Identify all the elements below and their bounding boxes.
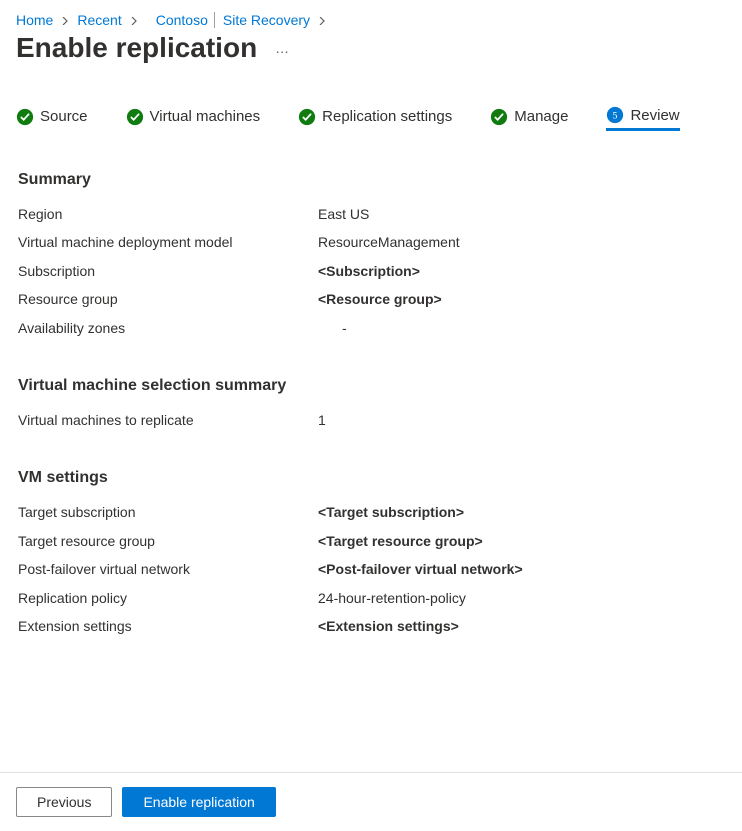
label-replication-policy: Replication policy [18,587,318,609]
label-vms-to-replicate: Virtual machines to replicate [18,409,318,431]
label-availability-zones: Availability zones [18,317,318,339]
row-extension-settings: Extension settings <Extension settings> [18,615,724,637]
check-circle-icon [298,108,316,126]
value-subscription: <Subscription> [318,260,724,282]
step-label: Replication settings [322,108,452,125]
value-replication-policy: 24-hour-retention-policy [318,587,724,609]
row-availability-zones: Availability zones - [18,317,724,339]
value-resource-group: <Resource group> [318,288,724,310]
page-title-row: Enable replication … [0,32,742,82]
row-post-failover-network: Post-failover virtual network <Post-fail… [18,558,724,580]
section-heading: Virtual machine selection summary [18,377,724,395]
label-post-failover-network: Post-failover virtual network [18,558,318,580]
step-label: Source [40,108,88,125]
value-vms-to-replicate: 1 [318,409,724,431]
more-icon[interactable]: … [275,40,290,56]
footer-actions: Previous Enable replication [0,772,742,831]
step-review[interactable]: 5 Review [606,106,679,131]
review-content: Summary Region East US Virtual machine d… [0,141,742,637]
label-target-subscription: Target subscription [18,501,318,523]
step-source[interactable]: Source [16,108,88,130]
step-virtual-machines[interactable]: Virtual machines [126,108,261,130]
label-target-resource-group: Target resource group [18,530,318,552]
breadcrumb-context[interactable]: Site Recovery [214,12,310,28]
value-deployment-model: ResourceManagement [318,231,724,253]
wizard-steps: Source Virtual machines Replication sett… [0,82,742,141]
value-region: East US [318,203,724,225]
section-summary: Summary Region East US Virtual machine d… [18,171,724,339]
row-deployment-model: Virtual machine deployment model Resourc… [18,231,724,253]
chevron-right-icon [318,12,326,28]
row-target-resource-group: Target resource group <Target resource g… [18,530,724,552]
section-heading: VM settings [18,469,724,487]
step-label: Virtual machines [150,108,261,125]
check-circle-icon [126,108,144,126]
breadcrumb-home[interactable]: Home [16,12,53,28]
label-region: Region [18,203,318,225]
breadcrumb-recent[interactable]: Recent [77,12,121,28]
value-target-subscription: <Target subscription> [318,501,724,523]
check-circle-icon [16,108,34,126]
value-availability-zones: - [318,317,724,339]
row-target-subscription: Target subscription <Target subscription… [18,501,724,523]
step-number-icon: 5 [606,106,624,124]
step-replication-settings[interactable]: Replication settings [298,108,452,130]
chevron-right-icon [130,12,138,28]
row-vms-to-replicate: Virtual machines to replicate 1 [18,409,724,431]
section-heading: Summary [18,171,724,189]
value-extension-settings: <Extension settings> [318,615,724,637]
step-label: Manage [514,108,568,125]
chevron-right-icon [61,12,69,28]
step-label: Review [630,107,679,124]
row-region: Region East US [18,203,724,225]
label-extension-settings: Extension settings [18,615,318,637]
label-resource-group: Resource group [18,288,318,310]
section-vm-selection: Virtual machine selection summary Virtua… [18,377,724,431]
value-post-failover-network: <Post-failover virtual network> [318,558,724,580]
step-manage[interactable]: Manage [490,108,568,130]
row-replication-policy: Replication policy 24-hour-retention-pol… [18,587,724,609]
page-title: Enable replication [16,32,257,64]
breadcrumb-resource[interactable]: Contoso [156,12,208,28]
row-resource-group: Resource group <Resource group> [18,288,724,310]
label-deployment-model: Virtual machine deployment model [18,231,318,253]
label-subscription: Subscription [18,260,318,282]
check-circle-icon [490,108,508,126]
breadcrumb: Home Recent Contoso Site Recovery [0,0,742,32]
enable-replication-button[interactable]: Enable replication [122,787,275,817]
row-subscription: Subscription <Subscription> [18,260,724,282]
svg-text:5: 5 [613,111,618,122]
value-target-resource-group: <Target resource group> [318,530,724,552]
previous-button[interactable]: Previous [16,787,112,817]
section-vm-settings: VM settings Target subscription <Target … [18,469,724,637]
